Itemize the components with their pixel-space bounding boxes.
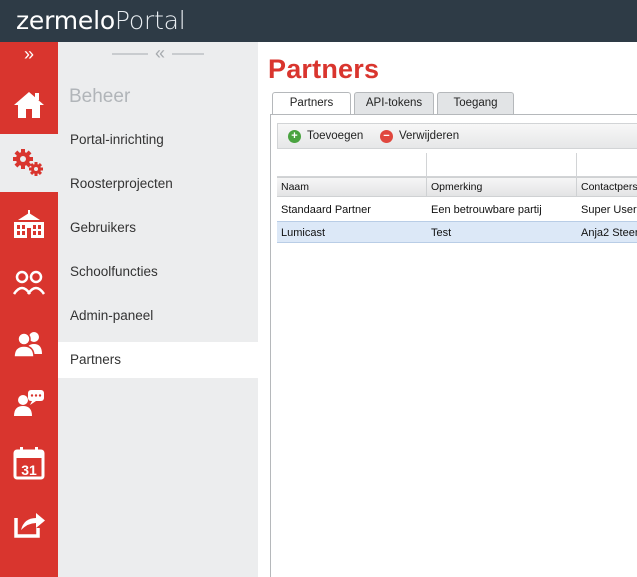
table-header: Naam Opmerking Contactpers <box>277 177 637 197</box>
table-row-selected[interactable]: Lumicast Test Anja2 Steen <box>277 221 637 243</box>
table-cell: Anja2 Steen <box>581 227 637 239</box>
filter-row <box>277 153 637 177</box>
table-cell: Lumicast <box>281 227 326 239</box>
sidebar-item-gebruikers[interactable]: Gebruikers <box>58 210 258 246</box>
grid-toolbar: + Toevoegen − Verwijderen <box>277 123 637 149</box>
partners-table: Naam Opmerking Contactpers Standaard Par… <box>277 153 637 573</box>
sidebar-item-schoolfuncties[interactable]: Schoolfuncties <box>58 254 258 290</box>
sidebar-item-admin-paneel[interactable]: Admin-paneel <box>58 298 258 334</box>
expand-icon[interactable]: » <box>0 42 58 68</box>
sidebar-item-partners[interactable]: Partners <box>58 342 258 378</box>
brand-logo[interactable]: zermeloPortal <box>16 6 186 35</box>
collapse-icon[interactable]: « <box>148 42 172 64</box>
tab-panel: + Toevoegen − Verwijderen Naam Opmerking… <box>270 114 637 577</box>
tab-api-tokens[interactable]: API-tokens <box>354 92 434 115</box>
brand-name-part2: Portal <box>114 6 186 35</box>
table-row[interactable]: Standaard Partner Een betrouwbare partij… <box>277 199 637 221</box>
school-icon <box>14 210 44 238</box>
share-nav-button[interactable] <box>0 494 58 552</box>
home-icon <box>14 92 44 118</box>
filter-input-opmerking[interactable] <box>427 153 577 177</box>
table-cell: Test <box>431 227 452 239</box>
table-cell: Een betrouwbare partij <box>431 204 542 216</box>
column-header-naam[interactable]: Naam <box>277 178 427 196</box>
filter-input-naam[interactable] <box>277 153 427 177</box>
add-button[interactable]: + Toevoegen <box>288 128 363 144</box>
gears-icon <box>13 149 43 176</box>
tab-partners[interactable]: Partners <box>272 92 351 116</box>
sidebar-section-title: Beheer <box>69 86 131 107</box>
table-cell: Super User <box>581 204 637 216</box>
column-header-contactpersoon[interactable]: Contactpers <box>577 178 637 196</box>
students-icon <box>12 270 46 295</box>
page-title: Partners <box>268 54 380 84</box>
delete-button[interactable]: − Verwijderen <box>380 128 459 144</box>
minus-icon: − <box>380 129 393 143</box>
students-nav-button[interactable] <box>0 254 58 312</box>
column-header-opmerking[interactable]: Opmerking <box>427 178 577 196</box>
sidebar-item-portal-inrichting[interactable]: Portal-inrichting <box>58 122 258 158</box>
admin-sidebar: « Beheer Portal-inrichting Roosterprojec… <box>58 42 258 577</box>
delete-button-label: Verwijderen <box>399 130 460 142</box>
table-cell: Standaard Partner <box>281 204 371 216</box>
users-nav-button[interactable] <box>0 314 58 372</box>
tab-toegang[interactable]: Toegang <box>437 92 514 115</box>
top-bar: zermeloPortal <box>0 0 637 42</box>
share-icon <box>14 513 45 538</box>
home-nav-button[interactable] <box>0 76 58 134</box>
calendar-icon: 31 <box>13 447 45 480</box>
main-content: Partners Partners API-tokens Toegang + T… <box>258 42 637 577</box>
filter-input-contactpersoon[interactable] <box>577 153 637 177</box>
support-nav-button[interactable] <box>0 374 58 432</box>
support-chat-icon <box>14 390 44 416</box>
school-nav-button[interactable] <box>0 196 58 254</box>
calendar-nav-button[interactable]: 31 <box>0 434 58 492</box>
plus-icon: + <box>288 129 301 143</box>
users-icon <box>13 332 42 358</box>
calendar-day-text: 31 <box>21 462 37 478</box>
admin-nav-button[interactable] <box>0 134 58 192</box>
add-button-label: Toevoegen <box>307 130 364 142</box>
icon-sidebar: » 31 <box>0 42 58 577</box>
sidebar-item-roosterprojecten[interactable]: Roosterprojecten <box>58 166 258 202</box>
brand-name-part1: zermelo <box>16 6 115 35</box>
